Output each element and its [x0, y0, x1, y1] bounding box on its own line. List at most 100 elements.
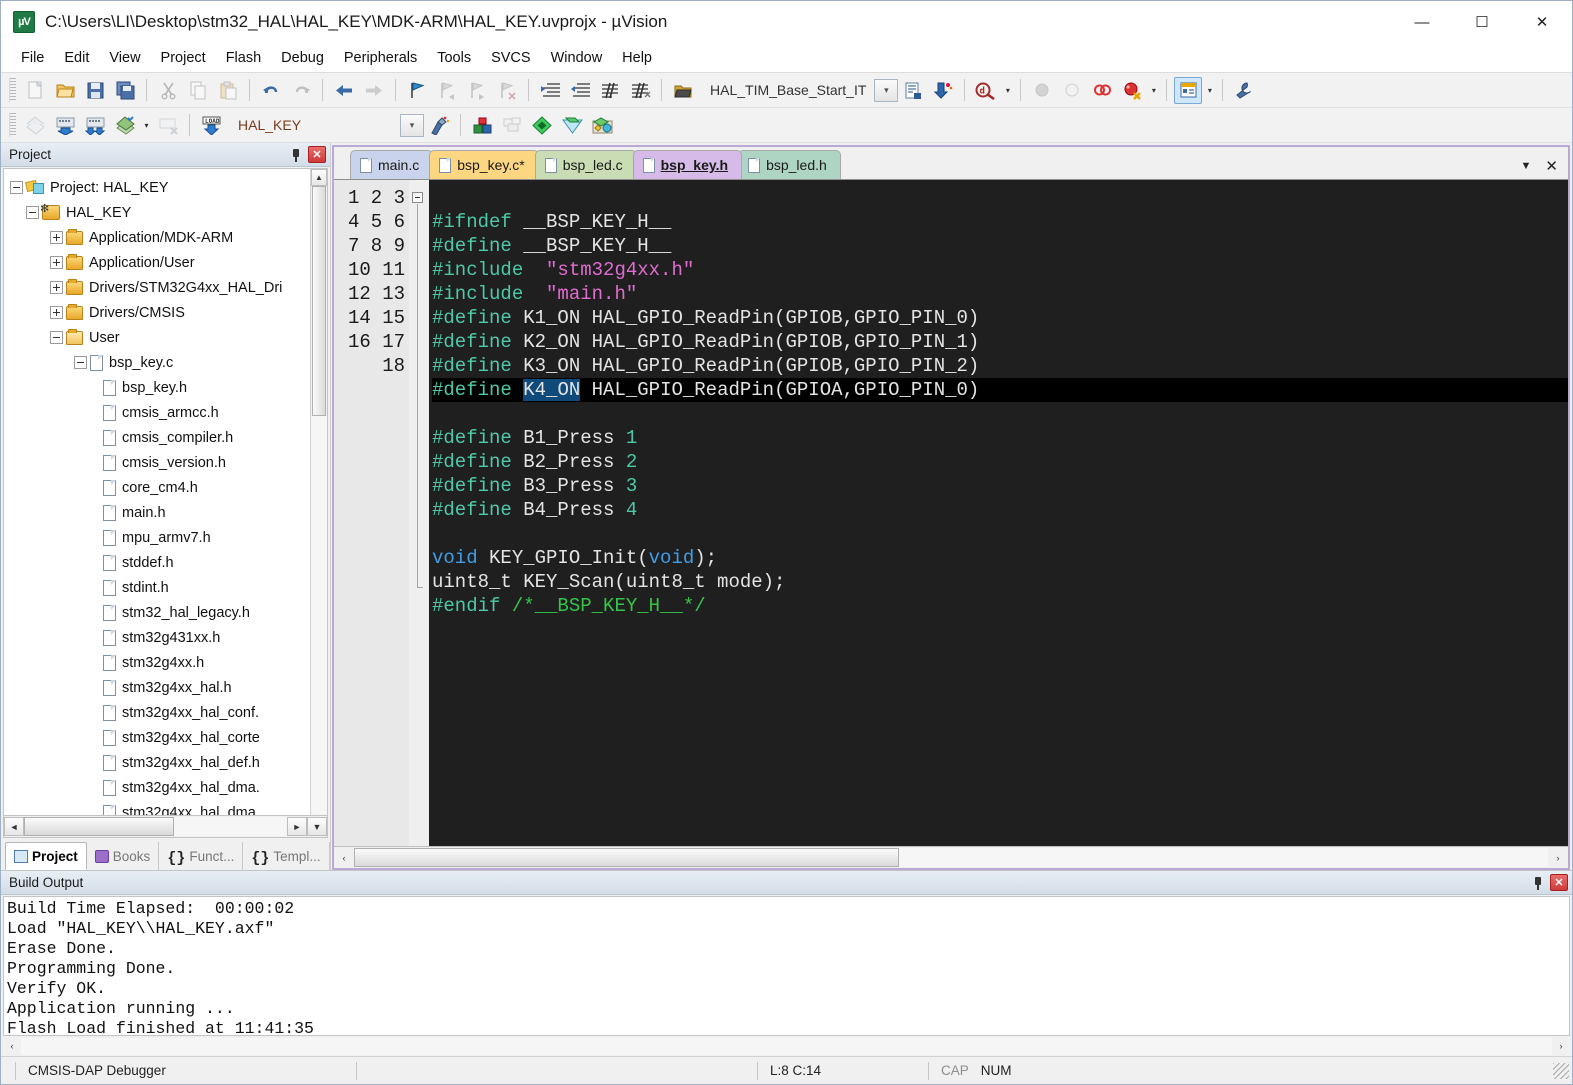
- project-tree-horizontal-scrollbar[interactable]: ◄ ► ▼: [3, 816, 328, 838]
- expander-icon[interactable]: [50, 306, 63, 319]
- tree-item-stm32g4xx-hal-h[interactable]: stm32g4xx_hal.h: [10, 675, 310, 700]
- tree-item-application-mdk-arm[interactable]: Application/MDK-ARM: [10, 225, 310, 250]
- tab-books[interactable]: Books: [87, 842, 160, 870]
- menu-peripherals[interactable]: Peripherals: [334, 46, 427, 70]
- bookmark-clear-icon[interactable]: [493, 77, 521, 104]
- insert-breakpoint-icon[interactable]: [1028, 77, 1056, 104]
- manage-components-icon[interactable]: [558, 112, 586, 139]
- menu-flash[interactable]: Flash: [216, 46, 271, 70]
- configure-flash-tools-icon[interactable]: [588, 112, 616, 139]
- bookmark-toggle-icon[interactable]: [403, 77, 431, 104]
- window-manager-icon[interactable]: [1174, 76, 1203, 104]
- configure-target-icon[interactable]: [1230, 77, 1258, 104]
- stop-build-icon[interactable]: [154, 112, 182, 139]
- tree-item-project[interactable]: Project: HAL_KEY: [10, 175, 310, 200]
- target-combo-value[interactable]: HAL_KEY: [230, 113, 400, 138]
- window-manager-caret[interactable]: ▾: [1203, 77, 1216, 104]
- minimize-button[interactable]: —: [1392, 1, 1452, 43]
- editor-tab-bsp-led-c[interactable]: bsp_led.c: [534, 150, 637, 179]
- pin-icon[interactable]: [288, 147, 304, 163]
- expander-icon[interactable]: [74, 356, 87, 369]
- tree-item-cmsis-version-h[interactable]: cmsis_version.h: [10, 450, 310, 475]
- editor-horizontal-scrollbar[interactable]: ‹ ›: [334, 846, 1568, 868]
- tree-item-cmsis-armcc-h[interactable]: cmsis_armcc.h: [10, 400, 310, 425]
- chevron-down-icon[interactable]: ▼: [1521, 160, 1532, 172]
- pack-installer-icon[interactable]: [528, 112, 556, 139]
- tab-project[interactable]: Project: [5, 842, 87, 870]
- save-all-icon[interactable]: [111, 77, 139, 104]
- tree-item-drivers-cmsis[interactable]: Drivers/CMSIS: [10, 300, 310, 325]
- tree-item-user[interactable]: User: [10, 325, 310, 350]
- start-stop-debug-icon[interactable]: d: [972, 77, 1000, 104]
- scrollbar-thumb[interactable]: [312, 186, 326, 416]
- rebuild-all-icon[interactable]: [81, 112, 109, 139]
- scroll-down-icon[interactable]: ▼: [307, 817, 327, 836]
- menu-tools[interactable]: Tools: [427, 46, 481, 70]
- target-combo-caret[interactable]: ▾: [400, 113, 424, 137]
- editor-tab-bsp-key-h[interactable]: bsp_key.h: [632, 150, 743, 179]
- bookmark-prev-icon[interactable]: [433, 77, 461, 104]
- uncomment-icon[interactable]: [626, 77, 654, 104]
- tree-item-target[interactable]: HAL_KEY: [10, 200, 310, 225]
- multi-project-icon[interactable]: [498, 112, 526, 139]
- code-editor[interactable]: 1 2 3 4 5 6 7 8 9 10 11 12 13 14 15 16 1…: [334, 179, 1568, 846]
- expander-icon[interactable]: [50, 256, 63, 269]
- menu-debug[interactable]: Debug: [271, 46, 334, 70]
- insert-file-icon[interactable]: [669, 77, 697, 104]
- undo-icon[interactable]: [257, 77, 285, 104]
- tree-item-stm32g4xx-hal-dma-ex-h[interactable]: stm32g4xx_hal_dma: [10, 800, 310, 815]
- tree-item-stm32g4xx-hal-conf-h[interactable]: stm32g4xx_hal_conf.: [10, 700, 310, 725]
- tree-item-stm32-hal-legacy-h[interactable]: stm32_hal_legacy.h: [10, 600, 310, 625]
- menu-view[interactable]: View: [99, 46, 150, 70]
- batch-build-caret[interactable]: ▾: [140, 112, 153, 139]
- menu-help[interactable]: Help: [612, 46, 662, 70]
- tree-item-core-cm4-h[interactable]: core_cm4.h: [10, 475, 310, 500]
- scroll-left-icon[interactable]: ‹: [334, 848, 354, 867]
- tab-templates[interactable]: {} Templ...: [243, 842, 330, 870]
- toolbar-grip[interactable]: [9, 113, 16, 137]
- disable-breakpoint-icon[interactable]: [1088, 77, 1116, 104]
- scrollbar-track[interactable]: [899, 848, 1548, 867]
- scroll-right-icon[interactable]: ›: [1552, 1038, 1570, 1055]
- copy-icon[interactable]: [184, 77, 212, 104]
- navigate-backward-icon[interactable]: [330, 77, 358, 104]
- close-icon[interactable]: ✕: [1545, 157, 1558, 175]
- tree-item-stm32g4xx-h[interactable]: stm32g4xx.h: [10, 650, 310, 675]
- navigate-forward-icon[interactable]: [360, 77, 388, 104]
- maximize-button[interactable]: ☐: [1452, 1, 1512, 43]
- fold-margin[interactable]: [409, 180, 429, 846]
- comment-icon[interactable]: [596, 77, 624, 104]
- build-output-horizontal-scrollbar[interactable]: ‹ ›: [3, 1036, 1570, 1056]
- menu-project[interactable]: Project: [151, 46, 216, 70]
- menu-svcs[interactable]: SVCS: [481, 46, 541, 70]
- tree-item-application-user[interactable]: Application/User: [10, 250, 310, 275]
- bookmark-next-icon[interactable]: [463, 77, 491, 104]
- scrollbar-track[interactable]: [311, 416, 327, 815]
- paste-icon[interactable]: [214, 77, 242, 104]
- expander-icon[interactable]: [50, 281, 63, 294]
- scroll-left-icon[interactable]: ‹: [3, 1038, 21, 1055]
- editor-tab-bsp-key-c[interactable]: bsp_key.c*: [429, 150, 539, 179]
- code-text[interactable]: #ifndef __BSP_KEY_H__ #define __BSP_KEY_H…: [429, 180, 1568, 846]
- fold-collapse-icon[interactable]: [412, 192, 423, 203]
- editor-tab-bsp-led-h[interactable]: bsp_led.h: [738, 150, 841, 179]
- close-icon[interactable]: ✕: [308, 146, 326, 163]
- function-combo-caret[interactable]: ▾: [874, 78, 899, 102]
- menu-window[interactable]: Window: [541, 46, 613, 70]
- indent-left-icon[interactable]: [566, 77, 594, 104]
- scrollbar-thumb[interactable]: [24, 817, 174, 836]
- tree-item-stm32g4xx-hal-dma-h[interactable]: stm32g4xx_hal_dma.: [10, 775, 310, 800]
- build-target-icon[interactable]: [51, 112, 79, 139]
- menu-file[interactable]: File: [11, 46, 54, 70]
- manage-runtime-env-icon[interactable]: [468, 112, 496, 139]
- function-combo[interactable]: HAL_TIM_Base_Start_IT ▾: [702, 78, 899, 103]
- open-file-icon[interactable]: [51, 77, 79, 104]
- resize-grip[interactable]: [1553, 1062, 1569, 1079]
- project-tree-vertical-scrollbar[interactable]: ▲: [310, 169, 327, 815]
- find-in-files-icon[interactable]: [929, 77, 957, 104]
- remove-breakpoint-icon[interactable]: [1058, 77, 1086, 104]
- download-to-flash-icon[interactable]: LOAD: [197, 112, 225, 139]
- batch-build-icon[interactable]: [111, 112, 139, 139]
- expander-icon[interactable]: [50, 331, 63, 344]
- expander-icon[interactable]: [10, 181, 23, 194]
